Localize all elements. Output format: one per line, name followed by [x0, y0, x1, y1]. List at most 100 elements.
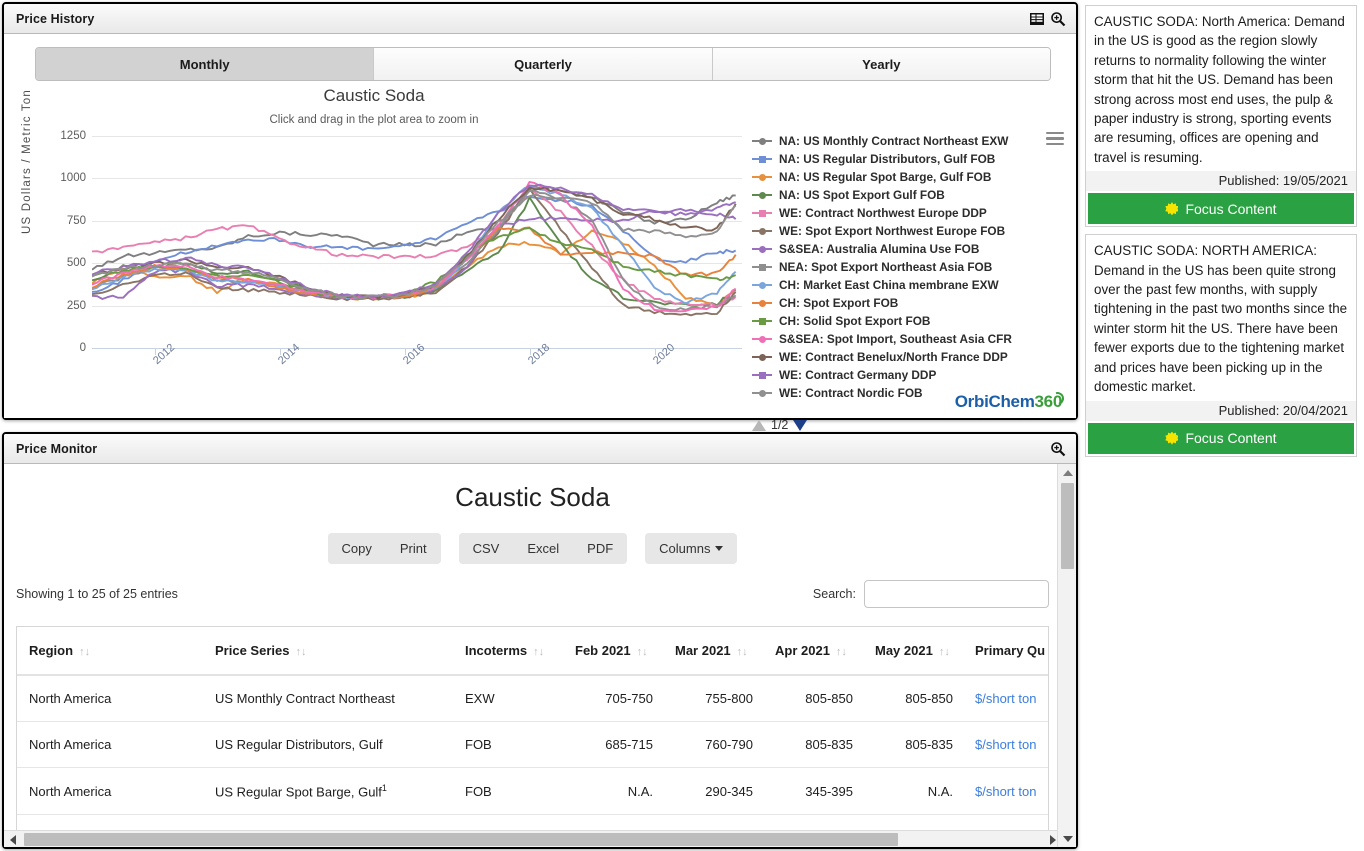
- zoom-in-icon[interactable]: [1050, 11, 1066, 27]
- legend-marker-icon: [752, 280, 772, 290]
- price-monitor-body: Caustic Soda Copy Print CSV Excel PDF Co…: [4, 464, 1076, 847]
- focus-content-button[interactable]: Focus Content: [1088, 422, 1354, 454]
- focus-content-label: Focus Content: [1185, 200, 1277, 217]
- legend-item-label: CH: Spot Export FOB: [779, 296, 899, 310]
- export-button-group: CSV Excel PDF: [458, 533, 628, 564]
- legend-item-label: CH: Market East China membrane EXW: [779, 278, 999, 292]
- sort-icon: ↑↓: [938, 646, 950, 658]
- scroll-left-icon[interactable]: [4, 831, 21, 847]
- table-row[interactable]: North America US Regular Distributors, Gu…: [17, 721, 1048, 768]
- price-monitor-content: Caustic Soda Copy Print CSV Excel PDF Co…: [4, 464, 1061, 847]
- legend-item-label: WE: Spot Export Northwest Europe FOB: [779, 224, 1006, 238]
- zoom-in-icon[interactable]: [1050, 441, 1066, 457]
- chart-plot-area[interactable]: [92, 136, 742, 349]
- legend-marker-icon: [752, 352, 772, 362]
- news-card: CAUSTIC SODA: North America: Demand in t…: [1085, 5, 1357, 228]
- news-published-date: Published: 20/04/2021: [1086, 400, 1356, 421]
- col-header-price-series[interactable]: Price Series ↑↓: [215, 627, 465, 676]
- col-header-feb-2021[interactable]: Feb 2021 ↑↓: [575, 627, 675, 676]
- cell-may-2021: 805-850: [875, 675, 975, 722]
- cell-mar-2021: 290-345: [675, 767, 775, 816]
- sort-icon: ↑↓: [636, 646, 648, 658]
- legend-marker-icon: [752, 190, 772, 200]
- legend-item[interactable]: NEA: Spot Export Northeast Asia FOB: [752, 258, 1068, 276]
- legend-item[interactable]: CH: Market East China membrane EXW: [752, 276, 1068, 294]
- focus-content-label: Focus Content: [1185, 430, 1277, 446]
- table-row[interactable]: North America US Monthly Contract Northea…: [17, 675, 1048, 722]
- tab-quarterly[interactable]: Quarterly: [374, 48, 713, 80]
- legend-item[interactable]: NA: US Regular Spot Barge, Gulf FOB: [752, 168, 1068, 186]
- legend-item-label: NA: US Regular Distributors, Gulf FOB: [779, 152, 996, 166]
- pdf-button[interactable]: PDF: [573, 533, 628, 564]
- panel-vertical-scrollbar[interactable]: [1057, 464, 1076, 847]
- col-header-incoterms[interactable]: Incoterms ↑↓: [465, 627, 575, 676]
- left-column: Price History Monthly Quarterly Yearly C…: [0, 0, 1080, 851]
- legend-prev-page-icon[interactable]: [752, 419, 766, 431]
- price-table: Region ↑↓ Price Series ↑↓ Incoterms ↑↓ Feb …: [17, 627, 1048, 847]
- columns-button[interactable]: Columns: [645, 533, 738, 564]
- y-tick-label: 500: [66, 257, 86, 270]
- legend-marker-icon: [752, 388, 772, 398]
- price-table-head: Region ↑↓ Price Series ↑↓ Incoterms ↑↓ Feb …: [17, 627, 1048, 676]
- col-header-primary-quote-unit[interactable]: Primary Qu: [975, 627, 1048, 676]
- csv-button[interactable]: CSV: [458, 533, 514, 564]
- price-table-body: North America US Monthly Contract Northea…: [17, 675, 1048, 847]
- legend-item[interactable]: WE: Contract Northwest Europe DDP: [752, 204, 1068, 222]
- col-header-may-2021[interactable]: May 2021 ↑↓: [875, 627, 975, 676]
- news-column: CAUSTIC SODA: North America: Demand in t…: [1085, 5, 1357, 464]
- col-header-may-2021-label: May 2021: [875, 643, 933, 658]
- chart-menu-icon[interactable]: [1046, 132, 1064, 146]
- legend-item[interactable]: WE: Contract Germany DDP: [752, 366, 1068, 384]
- price-history-panel: Price History Monthly Quarterly Yearly C…: [2, 2, 1078, 432]
- cell-may-2021: N.A.: [875, 767, 975, 816]
- legend-item[interactable]: S&SEA: Spot Import, Southeast Asia CFR: [752, 330, 1068, 348]
- price-monitor-title: Price Monitor: [16, 441, 98, 456]
- news-card: CAUSTIC SODA: NORTH AMERICA: Demand in t…: [1085, 234, 1357, 457]
- legend-item[interactable]: NA: US Regular Distributors, Gulf FOB: [752, 150, 1068, 168]
- legend-item-label: CH: Solid Spot Export FOB: [779, 314, 931, 328]
- legend-item[interactable]: WE: Contract Benelux/North France DDP: [752, 348, 1068, 366]
- tab-yearly[interactable]: Yearly: [712, 48, 1050, 80]
- scroll-up-icon[interactable]: [1058, 464, 1076, 481]
- print-button[interactable]: Print: [385, 533, 441, 564]
- news-published-date: Published: 19/05/2021: [1086, 171, 1356, 192]
- logo-text-primary: OrbiChem: [954, 392, 1035, 411]
- chart-y-axis-label: US Dollars / Metric Ton: [21, 89, 33, 234]
- price-history-title: Price History: [16, 11, 95, 26]
- hscroll-thumb[interactable]: [24, 833, 898, 846]
- legend-item[interactable]: CH: Solid Spot Export FOB: [752, 312, 1068, 330]
- legend-item-label: WE: Contract Northwest Europe DDP: [779, 206, 987, 220]
- col-header-mar-2021[interactable]: Mar 2021 ↑↓: [675, 627, 775, 676]
- legend-item[interactable]: NA: US Monthly Contract Northeast EXW: [752, 132, 1068, 150]
- col-header-apr-2021[interactable]: Apr 2021 ↑↓: [775, 627, 875, 676]
- sort-icon: ↑↓: [533, 646, 545, 658]
- table-horizontal-scrollbar[interactable]: [4, 830, 1061, 847]
- price-history-body: Monthly Quarterly Yearly Caustic Soda Cl…: [4, 34, 1076, 432]
- cell-region: North America: [17, 767, 215, 816]
- cell-feb-2021: 705-750: [575, 675, 675, 722]
- tab-monthly[interactable]: Monthly: [36, 48, 375, 80]
- legend-item[interactable]: CH: Spot Export FOB: [752, 294, 1068, 312]
- col-header-feb-2021-label: Feb 2021: [575, 643, 631, 658]
- columns-button-group: Columns: [645, 533, 738, 564]
- col-header-primary-quote-unit-label: Primary Qu: [975, 643, 1046, 658]
- clipboard-button-group: Copy Print: [327, 533, 441, 564]
- col-header-region[interactable]: Region ↑↓: [17, 627, 215, 676]
- legend-item[interactable]: NA: US Spot Export Gulf FOB: [752, 186, 1068, 204]
- price-history-header-icons: [1029, 11, 1066, 27]
- excel-button[interactable]: Excel: [513, 533, 574, 564]
- table-icon[interactable]: [1029, 11, 1045, 27]
- vscroll-thumb[interactable]: [1061, 483, 1074, 569]
- chart-series-line: [92, 227, 737, 299]
- y-tick-label: 250: [66, 299, 86, 312]
- legend-item[interactable]: S&SEA: Australia Alumina Use FOB: [752, 240, 1068, 258]
- legend-next-page-icon[interactable]: [793, 419, 808, 431]
- legend-item[interactable]: WE: Spot Export Northwest Europe FOB: [752, 222, 1068, 240]
- scroll-down-icon[interactable]: [1058, 830, 1076, 847]
- focus-content-button[interactable]: Focus Content: [1088, 193, 1354, 225]
- table-row[interactable]: North America US Regular Spot Barge, Gulf…: [17, 767, 1048, 816]
- copy-button[interactable]: Copy: [327, 533, 386, 564]
- legend-marker-icon: [752, 316, 772, 326]
- cell-mar-2021: 760-790: [675, 721, 775, 768]
- search-input[interactable]: [864, 580, 1049, 608]
